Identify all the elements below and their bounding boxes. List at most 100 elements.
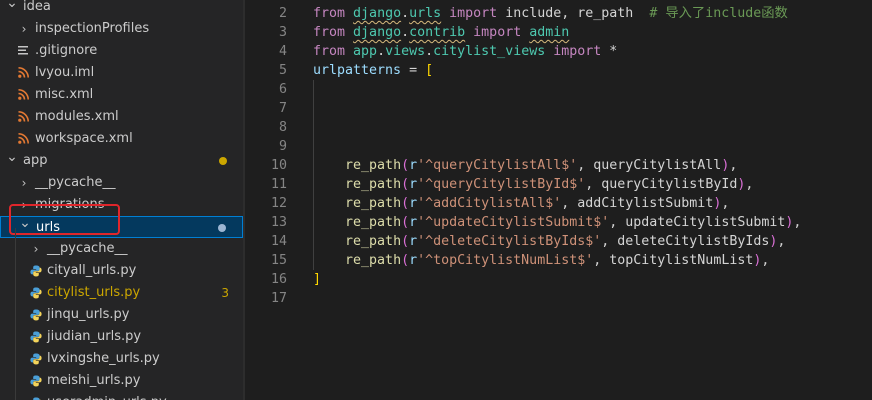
code-text: from app.views.citylist_views import * (313, 44, 618, 59)
code-text: re_path(r'^queryCitylistById$', queryCit… (345, 177, 754, 192)
tree-item[interactable]: ⌄ urls (0, 216, 243, 238)
code-text: re_path(r'^updateCitylistSubmit$', updat… (345, 215, 802, 230)
xml-file-icon (18, 128, 30, 150)
tree-item[interactable]: .gitignore (0, 40, 243, 62)
xml-file-icon (18, 106, 30, 128)
indent-guide (313, 213, 314, 232)
xml-file-icon (18, 62, 30, 84)
line-number: 16 (270, 272, 287, 287)
text-file-icon (18, 40, 30, 62)
indent-guide (313, 80, 314, 99)
tree-item[interactable]: workspace.xml (0, 128, 243, 150)
problem-count-badge: 3 (221, 286, 229, 300)
modified-dot-icon (218, 224, 226, 232)
line-number: 8 (278, 120, 287, 135)
tree-item[interactable]: misc.xml (0, 84, 243, 106)
tree-item-label: __pycache__ (35, 175, 116, 190)
tree-item[interactable]: › migrations (0, 194, 243, 216)
tree-item-label: workspace.xml (35, 131, 133, 146)
tree-item-label: idea (23, 0, 51, 14)
chevron-right-icon[interactable]: › (30, 238, 42, 260)
line-number: 6 (278, 82, 287, 97)
code-line: 6 (245, 80, 872, 99)
line-number: 10 (270, 158, 287, 173)
code-line: 15 re_path(r'^topCitylistNumList$', topC… (245, 251, 872, 270)
indent-guide (313, 99, 314, 118)
tree-item-label: meishi_urls.py (47, 373, 141, 388)
line-number: 4 (278, 44, 287, 59)
code-line: 5 urlpatterns = [ (245, 61, 872, 80)
code-line: 4 from app.views.citylist_views import * (245, 42, 872, 61)
indent-guide (313, 194, 314, 213)
tree-item[interactable]: meishi_urls.py (0, 370, 243, 392)
code-text: re_path(r'^addCitylistAll$', addCitylist… (345, 196, 730, 211)
line-number: 2 (278, 6, 287, 21)
code-line: 12 re_path(r'^addCitylistAll$', addCityl… (245, 194, 872, 213)
code-line: 8 (245, 118, 872, 137)
code-text: re_path(r'^queryCitylistAll$', queryCity… (345, 158, 738, 173)
python-file-icon (30, 260, 42, 282)
code-line: 13 re_path(r'^updateCitylistSubmit$', up… (245, 213, 872, 232)
code-line: 11 re_path(r'^queryCitylistById$', query… (245, 175, 872, 194)
chevron-down-icon[interactable]: ⌄ (6, 0, 18, 18)
tree-item[interactable]: jiudian_urls.py (0, 326, 243, 348)
tree-item[interactable]: › __pycache__ (0, 238, 243, 260)
tree-item-label: inspectionProfiles (35, 21, 150, 36)
tree-item[interactable]: › __pycache__ (0, 172, 243, 194)
code-line: 3 from django.contrib import admin (245, 23, 872, 42)
tree-item[interactable]: ⌄ app (0, 150, 243, 172)
code-line: 17 (245, 289, 872, 308)
code-text: re_path(r'^topCitylistNumList$', topCity… (345, 253, 770, 268)
chevron-right-icon[interactable]: › (18, 172, 30, 194)
tree-item[interactable]: ⌄ idea (0, 0, 243, 18)
chevron-down-icon[interactable]: ⌄ (6, 150, 18, 172)
indent-guide (313, 232, 314, 251)
tree-item-label: migrations (35, 197, 105, 212)
tree-item-label: app (23, 153, 48, 168)
line-number: 11 (270, 177, 287, 192)
line-number: 9 (278, 139, 287, 154)
tree-item[interactable]: modules.xml (0, 106, 243, 128)
line-number: 14 (270, 234, 287, 249)
indent-guide (313, 137, 314, 156)
code-line: 16] (245, 270, 872, 289)
python-file-icon (30, 304, 42, 326)
line-number: 5 (278, 63, 287, 78)
tree-item-label: citylist_urls.py (47, 285, 141, 300)
code-line: 10 re_path(r'^queryCitylistAll$', queryC… (245, 156, 872, 175)
tree-item-label: misc.xml (35, 87, 94, 102)
indent-guide (313, 175, 314, 194)
chevron-right-icon[interactable]: › (18, 18, 30, 40)
line-number: 3 (278, 25, 287, 40)
tree-item[interactable]: lvxingshe_urls.py (0, 348, 243, 370)
tree-item[interactable]: jinqu_urls.py (0, 304, 243, 326)
code-text: from django.urls import include, re_path… (313, 6, 788, 21)
indent-guide (15, 228, 16, 400)
line-number: 7 (278, 101, 287, 116)
code-line: 14 re_path(r'^deleteCitylistByIds$', del… (245, 232, 872, 251)
indent-guide (313, 156, 314, 175)
python-file-icon (30, 282, 42, 304)
tree-item[interactable]: useradmin_urls.py (0, 392, 243, 400)
code-text: from django.contrib import admin (313, 25, 570, 40)
line-number: 13 (270, 215, 287, 230)
chevron-right-icon[interactable]: › (18, 194, 30, 216)
python-file-icon (30, 348, 42, 370)
tree-item-label: useradmin_urls.py (47, 392, 167, 400)
modified-dot-icon (219, 157, 227, 165)
tree-item-label: lvxingshe_urls.py (47, 351, 160, 366)
python-file-icon (30, 370, 42, 392)
tree-item[interactable]: › inspectionProfiles (0, 18, 243, 40)
python-file-icon (30, 326, 42, 348)
tree-item[interactable]: lvyou.iml (0, 62, 243, 84)
tree-item-label: jiudian_urls.py (47, 329, 142, 344)
chevron-down-icon[interactable]: ⌄ (19, 216, 31, 238)
tree-item-label: .gitignore (35, 43, 98, 58)
tree-item[interactable]: cityall_urls.py (0, 260, 243, 282)
tree-item[interactable]: citylist_urls.py 3 (0, 282, 243, 304)
tree-item-label: jinqu_urls.py (47, 307, 130, 322)
code-editor[interactable]: 2 from django.urls import include, re_pat… (245, 0, 872, 400)
line-number: 15 (270, 253, 287, 268)
xml-file-icon (18, 84, 30, 106)
python-file-icon (30, 392, 42, 400)
